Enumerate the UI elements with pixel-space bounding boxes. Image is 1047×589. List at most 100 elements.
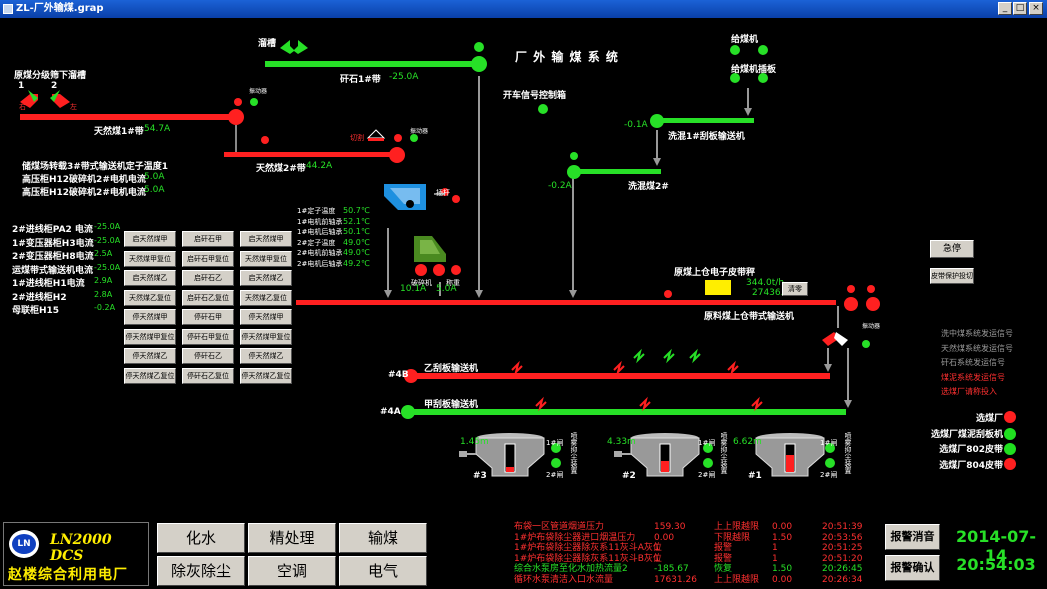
- nav-button-2[interactable]: 输煤: [339, 523, 427, 553]
- bin3-gate2[interactable]: [551, 458, 561, 468]
- feeder1-indicator[interactable]: [730, 45, 740, 55]
- natural2-vibrator-indicator[interactable]: [410, 134, 418, 142]
- electrical-value: 2.8A: [94, 289, 113, 299]
- scraper-b-label: 乙刮板输送机: [424, 364, 479, 374]
- bin1-gate2-label: 2#闸: [820, 471, 838, 479]
- control-button[interactable]: 停天然煤乙: [124, 348, 176, 364]
- brand-panel: LN LN2000 DCS 赵楼综合利用电厂: [3, 522, 149, 586]
- nav-button-4[interactable]: 空调: [248, 556, 336, 586]
- control-button[interactable]: 停天然煤乙: [240, 348, 292, 364]
- natural1-belt[interactable]: [20, 114, 233, 120]
- alarm-limit: 1: [772, 553, 778, 564]
- diverter-right[interactable]: [834, 332, 848, 346]
- control-button[interactable]: 停矸石乙: [182, 348, 234, 364]
- start-signal-indicator[interactable]: [538, 104, 548, 114]
- alarm-type: 上上限越限: [714, 522, 760, 532]
- bin1-dust-label: 喷雾抑尘装置: [844, 432, 852, 474]
- scraper-a-belt[interactable]: [414, 409, 846, 415]
- control-button[interactable]: 停天然煤甲复位: [240, 328, 292, 345]
- mimic-canvas: 厂 外 输 煤 系 统 溜槽 原煤分级筛下溜槽 1 2 右 左 矸石1#带 -2…: [0, 18, 1047, 519]
- alarm-limit: 0.00: [772, 522, 793, 532]
- control-button[interactable]: 停天然煤甲: [124, 309, 176, 325]
- wash2-belt[interactable]: [576, 169, 661, 174]
- bin-belt[interactable]: [296, 300, 836, 305]
- control-button[interactable]: 停矸石甲复位: [182, 328, 234, 345]
- gangue1-belt[interactable]: [265, 61, 477, 67]
- control-button[interactable]: 停天然煤甲: [240, 309, 292, 325]
- control-button[interactable]: 启矸石乙复位: [182, 289, 234, 306]
- feeder-label: 给煤机: [731, 35, 759, 45]
- nav-button-1[interactable]: 精处理: [248, 523, 336, 553]
- feeder2-indicator[interactable]: [758, 45, 768, 55]
- belt-protect-button[interactable]: 皮带保护投切: [930, 268, 974, 284]
- alarm-row: 综合水泵房至化水加热流量2 -185.67 恢复 1.50 20:26:45: [514, 564, 880, 575]
- wash1-scraper-belt[interactable]: [660, 118, 754, 123]
- nav-button-3[interactable]: 除灰除尘: [157, 556, 245, 586]
- minimize-button[interactable]: _: [998, 2, 1012, 15]
- control-button[interactable]: 启矸石甲复位: [182, 250, 234, 267]
- time-display: 20:54:03: [956, 555, 1036, 574]
- scraper-a-head-pulley: [401, 405, 415, 419]
- bin-belt-motor1[interactable]: [844, 297, 858, 311]
- bin2-label: #2: [622, 471, 636, 481]
- temp-value: 50.1℃: [343, 227, 370, 236]
- gangue1-motor-indicator[interactable]: [474, 42, 484, 52]
- wash2-motor-indicator[interactable]: [570, 152, 578, 160]
- estop-button[interactable]: 急停: [930, 240, 974, 258]
- electrical-value: 2.5A: [94, 249, 113, 258]
- control-button[interactable]: 启天然煤甲: [240, 231, 292, 247]
- diverter-vibrator-label: 振动器: [862, 323, 881, 330]
- bin2-gate2[interactable]: [703, 458, 713, 468]
- gate-markers: [511, 348, 763, 412]
- alarm-type: 下限越限: [714, 532, 751, 543]
- control-button[interactable]: 启矸石乙: [182, 270, 234, 286]
- temp-label: 1#电机后轴承: [297, 228, 343, 236]
- alarm-row: 1#炉布袋除尘器进口烟温压力 0.00 下限越限 1.50 20:53:56: [514, 533, 880, 544]
- bin-belt-motor2[interactable]: [866, 297, 880, 311]
- electrical-value: -25.0A: [94, 235, 121, 245]
- chute-no2: 2: [51, 81, 58, 91]
- crusher2-indicator[interactable]: [433, 264, 445, 276]
- tag-4a: #4A: [380, 407, 401, 417]
- alarm-name: 1#炉布袋除尘器除灰系11灰斗B灰位: [514, 553, 662, 564]
- alarm-silence-button[interactable]: 报警消音: [885, 524, 940, 550]
- nav-button-5[interactable]: 电气: [339, 556, 427, 586]
- natural2-motor-indicator[interactable]: [394, 134, 402, 142]
- natural1-motor-indicator[interactable]: [234, 98, 242, 106]
- control-button[interactable]: 停矸石甲: [182, 309, 234, 325]
- bin-belt-motor-indicator[interactable]: [847, 285, 855, 293]
- electrical-label: 2#进线柜H2: [12, 292, 67, 303]
- clear-button[interactable]: 清零: [782, 282, 808, 296]
- control-button[interactable]: 天然煤甲复位: [240, 250, 292, 267]
- left-info-value: 5.0A: [144, 185, 165, 195]
- natural1-vibrator-indicator[interactable]: [250, 98, 258, 106]
- control-button[interactable]: 停天然煤甲复位: [124, 328, 176, 345]
- top-chute-label: 溜槽: [258, 39, 277, 49]
- weigh-indicator[interactable]: [451, 265, 461, 275]
- control-button[interactable]: 启天然煤甲: [124, 231, 176, 247]
- bottom-bar: LN LN2000 DCS 赵楼综合利用电厂 化水 精处理 输煤 除灰除尘 空调…: [0, 519, 1047, 589]
- close-button[interactable]: ×: [1029, 2, 1043, 15]
- control-button[interactable]: 停天然煤乙复位: [124, 367, 176, 384]
- signal-item: 选煤厂请称投入: [941, 387, 997, 396]
- control-button[interactable]: 停天然煤乙复位: [240, 367, 292, 384]
- alarm-value: 159.30: [654, 522, 686, 532]
- nav-button-0[interactable]: 化水: [157, 523, 245, 553]
- control-button[interactable]: 启天然煤乙: [124, 270, 176, 286]
- control-button[interactable]: 天然煤乙复位: [240, 289, 292, 306]
- alarm-ack-button[interactable]: 报警确认: [885, 555, 940, 581]
- bin1-gate2[interactable]: [825, 458, 835, 468]
- natural2-belt[interactable]: [224, 152, 394, 157]
- control-button[interactable]: 启天然煤乙: [240, 270, 292, 286]
- electrical-label: 1#变压器柜H3电流: [12, 238, 94, 249]
- system-title: 厂 外 输 煤 系 统: [515, 50, 619, 64]
- control-button[interactable]: 停矸石乙复位: [182, 367, 234, 384]
- crusher1-indicator[interactable]: [415, 264, 427, 276]
- maximize-button[interactable]: □: [1013, 2, 1027, 15]
- electrical-label: 2#变压器柜H8电流: [12, 252, 94, 262]
- diverter-vibrator-indicator[interactable]: [862, 340, 870, 348]
- control-button[interactable]: 天然煤甲复位: [124, 250, 176, 267]
- control-button[interactable]: 启矸石甲: [182, 231, 234, 247]
- bin3-level: 1.45m: [460, 437, 489, 447]
- control-button[interactable]: 天然煤乙复位: [124, 289, 176, 306]
